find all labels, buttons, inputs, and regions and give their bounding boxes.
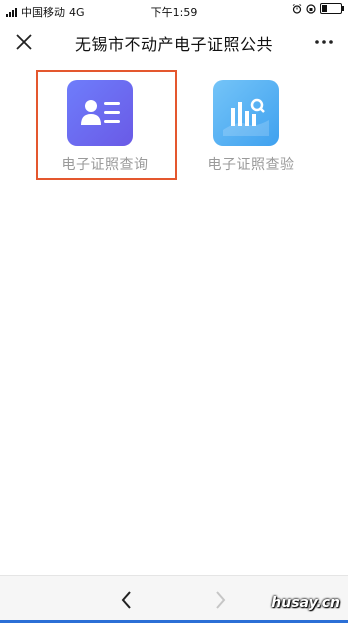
tile-verify-label: 电子证照查验 — [207, 157, 295, 173]
chart-search-icon — [213, 80, 279, 146]
page-title: 无锡市不动产电子证照公共 — [74, 35, 273, 54]
tile-query-label: 电子证照查询 — [61, 157, 149, 173]
tile-certificate-verify[interactable]: 电子证照查验 — [186, 72, 316, 182]
chevron-right-icon[interactable] — [211, 588, 229, 612]
rotation-lock-icon — [306, 3, 316, 14]
bottom-toolbar: husay.cn — [0, 575, 348, 623]
nav-bar: 无锡市不动产电子证照公共 — [0, 22, 348, 62]
chevron-left-icon[interactable] — [118, 588, 136, 612]
status-right — [292, 3, 344, 14]
status-bar: 中国移动 4G 下午1:59 — [0, 0, 348, 22]
phone-screen: 中国移动 4G 下午1:59 无锡市不动产电子证照公共 电子证照查询 电子证照查… — [0, 0, 348, 623]
watermark: husay.cn — [271, 595, 340, 611]
alarm-icon — [292, 3, 302, 14]
close-icon[interactable] — [14, 32, 34, 52]
tile-certificate-query[interactable]: 电子证照查询 — [40, 72, 170, 182]
id-card-icon — [67, 80, 133, 146]
more-icon[interactable] — [314, 34, 334, 50]
battery-icon — [320, 3, 344, 14]
